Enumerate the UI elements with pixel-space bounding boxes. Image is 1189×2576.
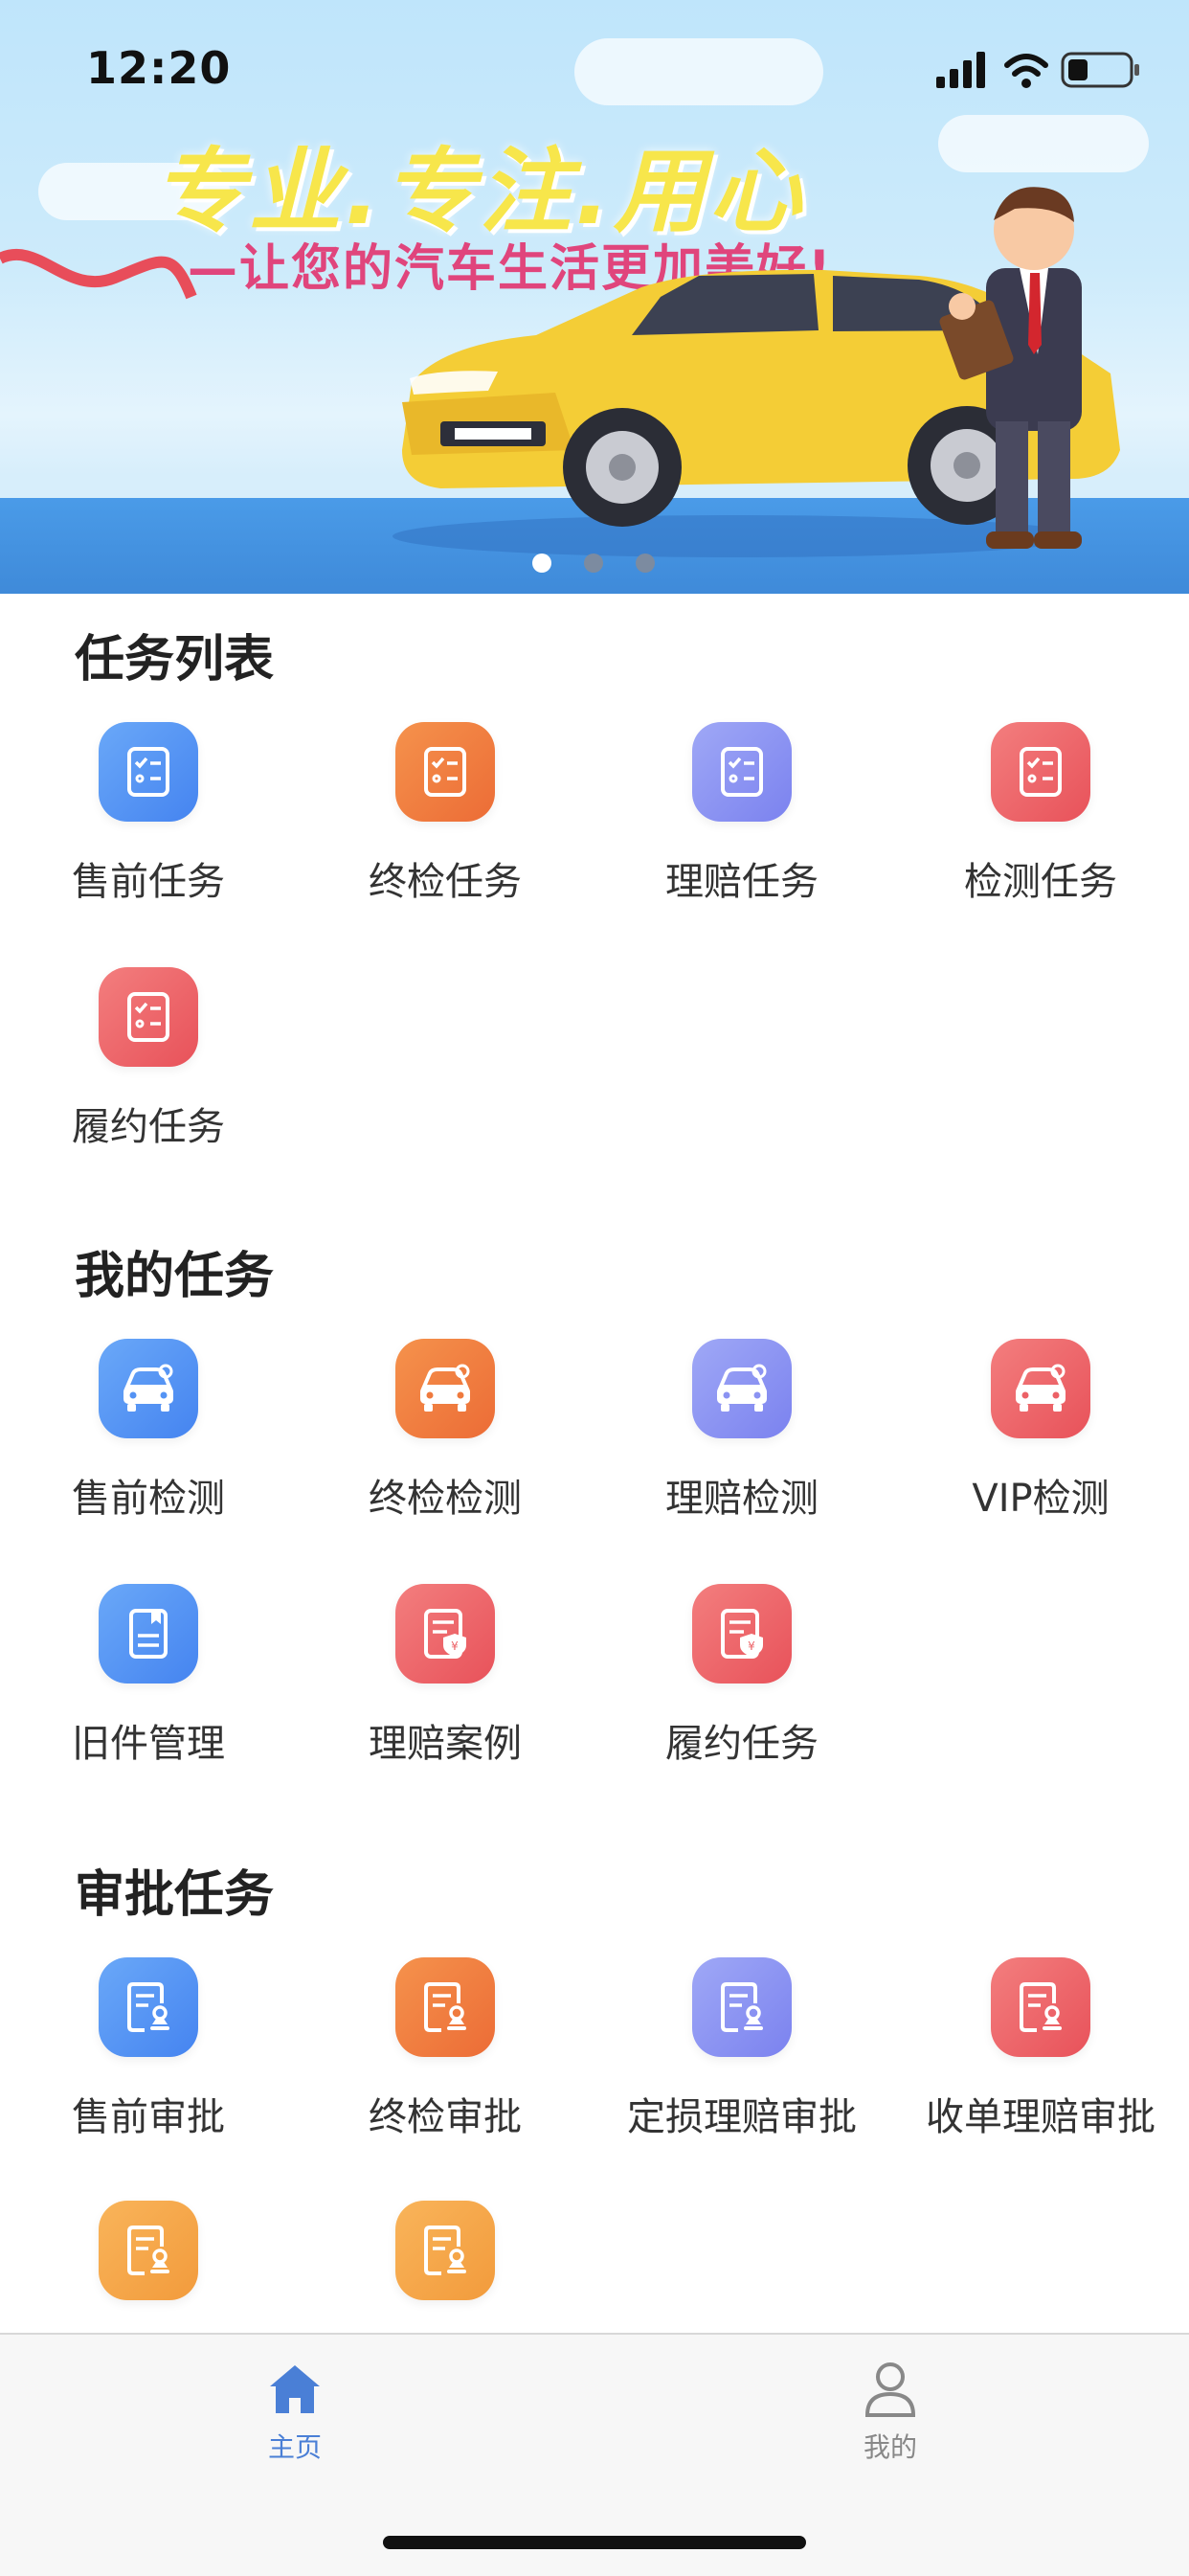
pagination-dot-2[interactable] <box>584 554 603 573</box>
task-list-icon <box>395 722 495 822</box>
grid-item-label: 履约任务 <box>665 1722 819 1766</box>
grid-item-old-parts[interactable]: 旧件管理 <box>0 1584 297 1768</box>
grid-item-label: 终检任务 <box>369 860 522 904</box>
svg-text:¥: ¥ <box>748 1639 755 1653</box>
status-time: 12:20 <box>86 42 232 94</box>
section-title-task-list: 任务列表 <box>75 631 275 689</box>
grid-item-label: 收单理赔审批 <box>926 2095 1155 2139</box>
grid-item-label: 旧件管理 <box>72 1722 225 1766</box>
signal-icon <box>936 52 985 88</box>
grid-item-label: 终检检测 <box>369 1477 522 1521</box>
grid-item-label: 理赔检测 <box>665 1477 819 1521</box>
claim-document-icon: ¥ <box>395 1584 495 1683</box>
grid-item-label: 履约任务 <box>72 1105 225 1149</box>
grid-item-final-inspection[interactable]: 终检检测 <box>297 1339 594 1523</box>
grid-item-presale-task[interactable]: 售前任务 <box>0 722 297 906</box>
approval-stamp-icon <box>395 2201 495 2300</box>
grid-item-presale-inspection[interactable]: 售前检测 <box>0 1339 297 1523</box>
grid-item-label: 售前检测 <box>72 1477 225 1521</box>
grid-item-final-approval[interactable]: 终检审批 <box>297 1957 594 2141</box>
tab-home[interactable]: 主页 <box>199 2358 391 2465</box>
status-icons <box>936 52 1139 88</box>
home-indicator[interactable] <box>383 2536 806 2549</box>
section-title-my-tasks: 我的任务 <box>75 1248 275 1305</box>
grid-item-fulfillment-task[interactable]: 履约任务 <box>0 967 297 1151</box>
grid-item-presale-approval[interactable]: 售前审批 <box>0 1957 297 2141</box>
grid-item-claim-task[interactable]: 理赔任务 <box>594 722 890 906</box>
section-title-approval-tasks: 审批任务 <box>75 1866 275 1924</box>
home-icon <box>270 2365 320 2413</box>
car-inspect-icon <box>395 1339 495 1438</box>
grid-item-label: 定损理赔审批 <box>627 2095 857 2139</box>
grid-item-label: 检测任务 <box>964 860 1117 904</box>
ribbon-decoration <box>0 248 197 300</box>
grid-item-final-check-task[interactable]: 终检任务 <box>297 722 594 906</box>
pagination-dot-3[interactable] <box>636 554 655 573</box>
grid-item-fulfillment-task-2[interactable]: ¥ 履约任务 <box>594 1584 890 1768</box>
grid-item-label: 终检审批 <box>369 2095 522 2139</box>
grid-item-label: 理赔任务 <box>665 860 819 904</box>
grid-item-label: 售前任务 <box>72 860 225 904</box>
claim-document-icon: ¥ <box>692 1584 792 1683</box>
grid-item-label: VIP检测 <box>972 1477 1110 1521</box>
car-salesman-illustration <box>393 187 1120 557</box>
car-inspect-icon <box>692 1339 792 1438</box>
approval-stamp-icon <box>99 1957 198 2057</box>
grid-item-label: 理赔案例 <box>369 1722 522 1766</box>
banner-pagination <box>0 554 1189 573</box>
task-list-icon <box>99 967 198 1067</box>
svg-text:¥: ¥ <box>451 1639 459 1653</box>
grid-item-vip-inspection[interactable]: VIP检测 <box>892 1339 1189 1523</box>
approval-stamp-icon <box>692 1957 792 2057</box>
person-icon <box>864 2362 916 2417</box>
grid-item-claim-cases[interactable]: ¥ 理赔案例 <box>297 1584 594 1768</box>
approval-stamp-icon <box>99 2201 198 2300</box>
grid-item-loss-claim-approval[interactable]: 定损理赔审批 <box>594 1957 890 2141</box>
pagination-dot-1[interactable] <box>532 554 551 573</box>
tab-home-label: 主页 <box>267 2431 322 2463</box>
task-list-icon <box>991 722 1090 822</box>
grid-item-inspection-task[interactable]: 检测任务 <box>892 722 1189 906</box>
car-inspect-icon <box>99 1339 198 1438</box>
task-list-icon <box>99 722 198 822</box>
task-list-icon <box>692 722 792 822</box>
grid-item-label: 售前审批 <box>72 2095 225 2139</box>
car-inspect-icon <box>991 1339 1090 1438</box>
grid-item-receipt-claim-approval[interactable]: 收单理赔审批 <box>892 1957 1189 2141</box>
document-icon <box>99 1584 198 1683</box>
tab-mine[interactable]: 我的 <box>795 2358 986 2465</box>
grid-item-approval-6[interactable] <box>297 2201 594 2300</box>
grid-item-approval-5[interactable] <box>0 2201 297 2300</box>
tab-mine-label: 我的 <box>863 2431 917 2463</box>
wifi-icon <box>1004 54 1048 88</box>
promo-banner[interactable]: 专业.专注.用心 —让您的汽车生活更加美好! 12:20 <box>0 0 1189 594</box>
grid-item-claim-inspection[interactable]: 理赔检测 <box>594 1339 890 1523</box>
battery-icon <box>1061 52 1139 88</box>
approval-stamp-icon <box>395 1957 495 2057</box>
approval-stamp-icon <box>991 1957 1090 2057</box>
